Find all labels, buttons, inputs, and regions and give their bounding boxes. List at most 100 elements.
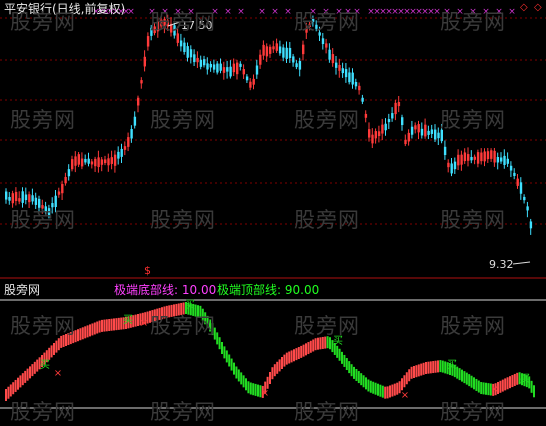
oscillator-bar	[384, 386, 387, 399]
oscillator-bar	[362, 375, 365, 388]
signal-x-mark: ×	[284, 7, 292, 17]
candle-body	[179, 40, 183, 47]
candle-body	[470, 156, 473, 161]
candle-body	[47, 208, 51, 216]
oscillator-bar	[408, 369, 411, 382]
indicator-source-label: 股旁网	[4, 283, 41, 297]
buy-signal: 买	[123, 314, 133, 326]
oscillator-bar	[177, 303, 180, 316]
oscillator-bar	[93, 322, 96, 335]
candle-body	[292, 56, 295, 63]
oscillator-bar	[266, 376, 269, 389]
candle-body	[84, 158, 87, 163]
oscillator-bar	[168, 305, 171, 318]
candle-body	[199, 59, 203, 67]
candle-body	[394, 102, 397, 115]
candle-body	[308, 23, 311, 27]
candle-body	[123, 146, 127, 150]
oscillator-bar	[213, 327, 216, 340]
candle-body	[117, 151, 120, 159]
chart-canvas[interactable]: ×××××××× × × × × × × × × × × × × × × × ×××××××××××× × × × × ×…	[0, 0, 546, 423]
oscillator-bar	[345, 358, 348, 371]
candle-body	[61, 184, 64, 194]
oscillator-bar	[288, 351, 291, 364]
candle-body	[87, 158, 90, 164]
candle-body	[490, 150, 493, 159]
oscillator-bar	[379, 384, 382, 397]
oscillator-bar	[257, 384, 259, 397]
candle-body	[31, 195, 34, 202]
candle-body	[110, 157, 113, 164]
oscillator-bar	[413, 366, 415, 378]
oscillator-bar	[504, 378, 507, 391]
candle-body	[77, 154, 80, 165]
candle-body	[447, 162, 450, 168]
oscillator-bar	[252, 383, 255, 396]
candle-body	[391, 113, 394, 119]
oscillator-bar	[401, 378, 403, 391]
diamond-icon[interactable]: ◇	[520, 2, 528, 13]
oscillator-bar	[149, 310, 151, 323]
extreme-bottom-line-label: 极端底部线: 10.00	[114, 283, 217, 297]
candle-body	[219, 63, 222, 71]
candle-body	[206, 63, 209, 70]
oscillator-bar	[307, 342, 310, 355]
oscillator-bar	[17, 377, 19, 390]
candle-body	[34, 197, 38, 205]
oscillator-bar	[365, 377, 367, 390]
oscillator-bar	[441, 360, 444, 373]
candle-body	[295, 63, 298, 68]
oscillator-bar	[89, 324, 91, 337]
candle-body	[420, 128, 424, 136]
candle-body	[176, 33, 179, 43]
oscillator-bar	[389, 385, 391, 398]
candle-body	[14, 191, 18, 201]
oscillator-bar	[55, 340, 58, 353]
oscillator-bar	[233, 362, 235, 375]
oscillator-bar	[326, 336, 329, 349]
oscillator-bar	[225, 350, 228, 363]
candle-body	[249, 81, 252, 88]
candle-body	[245, 76, 249, 81]
candle-body	[358, 85, 361, 91]
oscillator-bar	[533, 385, 535, 398]
oscillator-bar	[403, 375, 406, 388]
candle-body	[401, 117, 404, 126]
oscillator-bar	[101, 319, 103, 332]
oscillator-bar	[36, 359, 39, 372]
oscillator-bar	[7, 386, 10, 399]
oscillator-bar	[338, 348, 341, 361]
candle-body	[331, 54, 335, 64]
oscillator-bar	[432, 361, 435, 374]
oscillator-bar	[427, 361, 430, 374]
signal-x-mark: ×	[224, 7, 232, 17]
candle-body	[397, 102, 401, 107]
candle-body	[506, 158, 509, 164]
signal-x-mark: ×	[258, 7, 266, 17]
buy-signal: 买	[333, 335, 343, 347]
candle-body	[496, 157, 500, 163]
candle-body	[509, 165, 513, 171]
oscillator-bar	[230, 358, 233, 371]
candle-body	[450, 163, 453, 174]
candle-body	[97, 157, 100, 168]
candle-body	[437, 132, 440, 139]
candle-body	[328, 49, 331, 60]
oscillator-bar	[173, 304, 175, 317]
oscillator-bar	[372, 381, 375, 394]
oscillator-bar	[31, 364, 34, 377]
oscillator-bar	[276, 361, 279, 374]
oscillator-bar	[72, 331, 75, 344]
oscillator-bar	[297, 347, 300, 360]
oscillator-bar	[439, 360, 442, 373]
oscillator-bar	[206, 315, 209, 328]
oscillator-bar	[175, 303, 178, 316]
candle-body	[212, 64, 216, 70]
candle-body	[410, 126, 414, 135]
candle-body	[272, 46, 275, 50]
diamond-icon[interactable]: ◇	[534, 2, 542, 13]
oscillator-bar	[285, 352, 288, 365]
sell-signal: ×	[401, 390, 409, 401]
oscillator-bar	[343, 354, 346, 367]
oscillator-bar	[425, 362, 427, 374]
